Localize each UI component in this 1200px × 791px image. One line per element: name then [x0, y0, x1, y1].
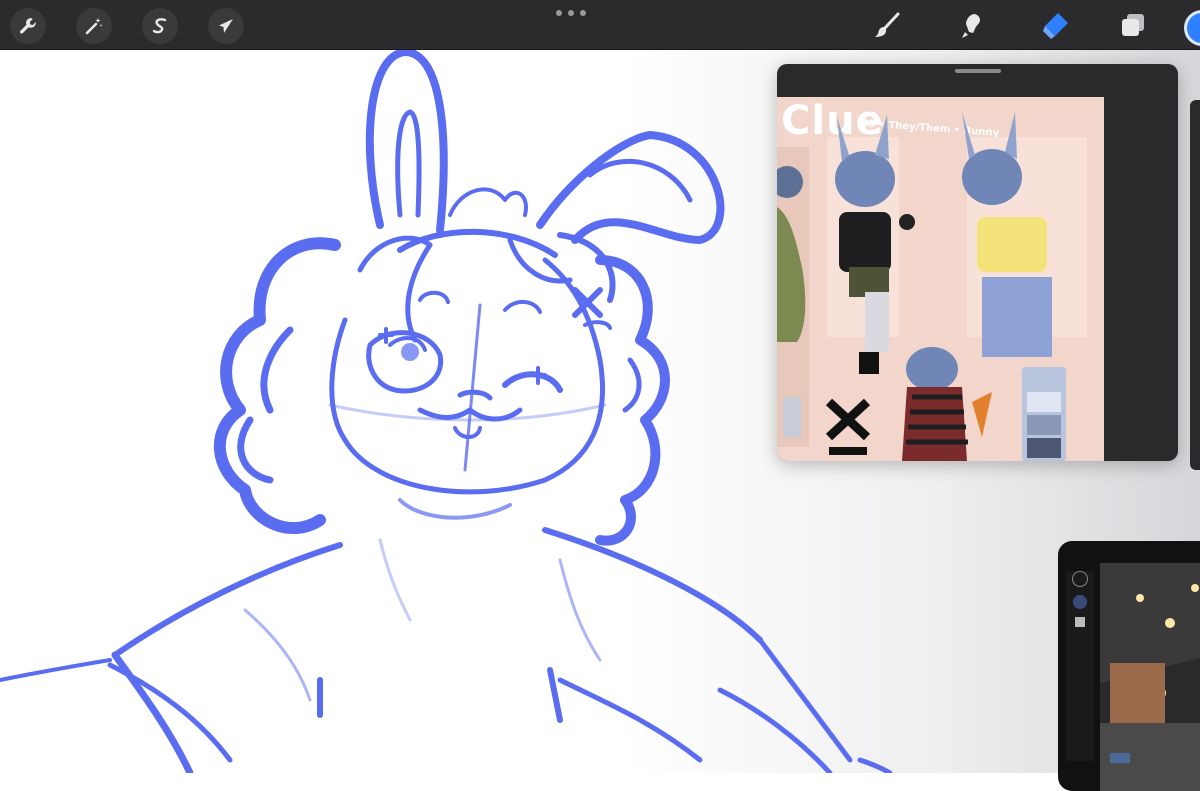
phone-sidebar [1066, 571, 1094, 761]
eraser-icon[interactable] [1038, 8, 1072, 42]
reference-drag-handle[interactable] [955, 69, 1001, 73]
reference-window[interactable]: Clue 23 • They/Them • Bunny [777, 64, 1178, 461]
phone-game-scene [1100, 563, 1200, 791]
layers-icon[interactable] [1116, 8, 1150, 42]
side-panel-tab[interactable] [1190, 100, 1200, 470]
selection-s-icon[interactable] [142, 8, 178, 44]
wrench-icon[interactable] [10, 8, 46, 44]
brush-icon[interactable] [870, 8, 904, 42]
smudge-icon[interactable] [955, 8, 989, 42]
magic-wand-icon[interactable] [76, 8, 112, 44]
top-toolbar [0, 0, 1200, 50]
reference-image: Clue 23 • They/Them • Bunny [777, 97, 1104, 461]
color-swatch[interactable] [1184, 10, 1200, 46]
reference-artwork [777, 112, 1087, 461]
ellipsis-icon[interactable] [556, 6, 586, 20]
phone-screen [1100, 563, 1200, 791]
phone-device [1058, 541, 1200, 791]
arrow-cursor-icon[interactable] [208, 8, 244, 44]
